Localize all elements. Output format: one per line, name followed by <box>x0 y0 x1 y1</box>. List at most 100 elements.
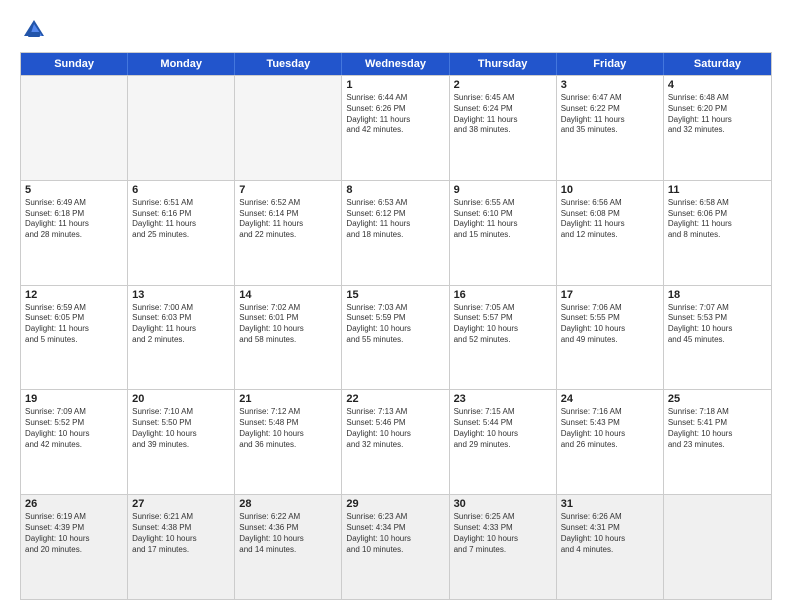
calendar-cell: 19 Sunrise: 7:09 AM Sunset: 5:52 PM Dayli… <box>21 390 128 494</box>
day-number: 22 <box>346 393 444 405</box>
day-info: Sunrise: 7:10 AM Sunset: 5:50 PM Dayligh… <box>132 407 230 450</box>
calendar-cell: 3Sunrise: 6:47 AM Sunset: 6:22 PM Daylig… <box>557 76 664 180</box>
calendar-cell: 1 Sunrise: 6:44 AM Sunset: 6:26 PM Daylig… <box>342 76 449 180</box>
calendar-cell: 10Sunrise: 6:56 AM Sunset: 6:08 PM Dayli… <box>557 181 664 285</box>
day-number: 11 <box>668 184 767 196</box>
day-info: Sunrise: 7:09 AM Sunset: 5:52 PM Dayligh… <box>25 407 123 450</box>
day-number: 5 <box>25 184 123 196</box>
day-number: 17 <box>561 289 659 301</box>
calendar-row: 19 Sunrise: 7:09 AM Sunset: 5:52 PM Dayli… <box>21 389 771 494</box>
calendar-cell: 5 Sunrise: 6:49 AM Sunset: 6:18 PM Daylig… <box>21 181 128 285</box>
day-info: Sunrise: 6:23 AM Sunset: 4:34 PM Dayligh… <box>346 512 444 555</box>
calendar-cell: 2Sunrise: 6:45 AM Sunset: 6:24 PM Daylig… <box>450 76 557 180</box>
calendar-cell: 12 Sunrise: 6:59 AM Sunset: 6:05 PM Dayli… <box>21 286 128 390</box>
day-info: Sunrise: 7:15 AM Sunset: 5:44 PM Dayligh… <box>454 407 552 450</box>
day-info: Sunrise: 6:49 AM Sunset: 6:18 PM Dayligh… <box>25 198 123 241</box>
calendar-row: 5 Sunrise: 6:49 AM Sunset: 6:18 PM Daylig… <box>21 180 771 285</box>
calendar-header-cell: Saturday <box>664 53 771 75</box>
day-number: 25 <box>668 393 767 405</box>
calendar-cell: 27 Sunrise: 6:21 AM Sunset: 4:38 PM Dayli… <box>128 495 235 599</box>
day-number: 14 <box>239 289 337 301</box>
day-info: Sunrise: 7:02 AM Sunset: 6:01 PM Dayligh… <box>239 303 337 346</box>
day-number: 8 <box>346 184 444 196</box>
calendar-row: 26 Sunrise: 6:19 AM Sunset: 4:39 PM Dayli… <box>21 494 771 599</box>
day-info: Sunrise: 6:52 AM Sunset: 6:14 PM Dayligh… <box>239 198 337 241</box>
day-number: 24 <box>561 393 659 405</box>
day-info: Sunrise: 7:00 AM Sunset: 6:03 PM Dayligh… <box>132 303 230 346</box>
calendar-header-row: SundayMondayTuesdayWednesdayThursdayFrid… <box>21 53 771 75</box>
calendar-cell: 21 Sunrise: 7:12 AM Sunset: 5:48 PM Dayli… <box>235 390 342 494</box>
day-info: Sunrise: 6:48 AM Sunset: 6:20 PM Dayligh… <box>668 93 767 136</box>
day-number: 27 <box>132 498 230 510</box>
day-info: Sunrise: 6:58 AM Sunset: 6:06 PM Dayligh… <box>668 198 767 241</box>
calendar-header-cell: Sunday <box>21 53 128 75</box>
calendar-row: 12 Sunrise: 6:59 AM Sunset: 6:05 PM Dayli… <box>21 285 771 390</box>
day-number: 20 <box>132 393 230 405</box>
day-number: 21 <box>239 393 337 405</box>
calendar-cell: 20 Sunrise: 7:10 AM Sunset: 5:50 PM Dayli… <box>128 390 235 494</box>
day-number: 1 <box>346 79 444 91</box>
day-info: Sunrise: 7:05 AM Sunset: 5:57 PM Dayligh… <box>454 303 552 346</box>
logo <box>20 16 52 44</box>
day-info: Sunrise: 6:59 AM Sunset: 6:05 PM Dayligh… <box>25 303 123 346</box>
day-info: Sunrise: 7:18 AM Sunset: 5:41 PM Dayligh… <box>668 407 767 450</box>
calendar-cell: 7Sunrise: 6:52 AM Sunset: 6:14 PM Daylig… <box>235 181 342 285</box>
logo-icon <box>20 16 48 44</box>
day-number: 13 <box>132 289 230 301</box>
calendar-cell: 18Sunrise: 7:07 AM Sunset: 5:53 PM Dayli… <box>664 286 771 390</box>
day-info: Sunrise: 7:16 AM Sunset: 5:43 PM Dayligh… <box>561 407 659 450</box>
page-header <box>20 16 772 44</box>
calendar-cell: 15 Sunrise: 7:03 AM Sunset: 5:59 PM Dayli… <box>342 286 449 390</box>
day-number: 26 <box>25 498 123 510</box>
day-number: 19 <box>25 393 123 405</box>
day-number: 30 <box>454 498 552 510</box>
day-info: Sunrise: 6:22 AM Sunset: 4:36 PM Dayligh… <box>239 512 337 555</box>
calendar-cell: 14 Sunrise: 7:02 AM Sunset: 6:01 PM Dayli… <box>235 286 342 390</box>
calendar-body: 1 Sunrise: 6:44 AM Sunset: 6:26 PM Daylig… <box>21 75 771 599</box>
day-info: Sunrise: 7:13 AM Sunset: 5:46 PM Dayligh… <box>346 407 444 450</box>
day-number: 29 <box>346 498 444 510</box>
calendar-cell <box>128 76 235 180</box>
day-info: Sunrise: 7:03 AM Sunset: 5:59 PM Dayligh… <box>346 303 444 346</box>
calendar-header-cell: Friday <box>557 53 664 75</box>
calendar-cell: 31Sunrise: 6:26 AM Sunset: 4:31 PM Dayli… <box>557 495 664 599</box>
day-number: 23 <box>454 393 552 405</box>
calendar-cell: 29 Sunrise: 6:23 AM Sunset: 4:34 PM Dayli… <box>342 495 449 599</box>
day-info: Sunrise: 6:56 AM Sunset: 6:08 PM Dayligh… <box>561 198 659 241</box>
day-number: 15 <box>346 289 444 301</box>
calendar-cell <box>21 76 128 180</box>
calendar-header-cell: Tuesday <box>235 53 342 75</box>
day-info: Sunrise: 6:19 AM Sunset: 4:39 PM Dayligh… <box>25 512 123 555</box>
calendar-cell: 8 Sunrise: 6:53 AM Sunset: 6:12 PM Daylig… <box>342 181 449 285</box>
day-info: Sunrise: 6:26 AM Sunset: 4:31 PM Dayligh… <box>561 512 659 555</box>
calendar-cell: 17 Sunrise: 7:06 AM Sunset: 5:55 PM Dayli… <box>557 286 664 390</box>
calendar-cell: 30 Sunrise: 6:25 AM Sunset: 4:33 PM Dayli… <box>450 495 557 599</box>
calendar-cell: 13 Sunrise: 7:00 AM Sunset: 6:03 PM Dayli… <box>128 286 235 390</box>
calendar-cell <box>664 495 771 599</box>
day-info: Sunrise: 7:07 AM Sunset: 5:53 PM Dayligh… <box>668 303 767 346</box>
day-info: Sunrise: 6:45 AM Sunset: 6:24 PM Dayligh… <box>454 93 552 136</box>
calendar: SundayMondayTuesdayWednesdayThursdayFrid… <box>20 52 772 600</box>
calendar-cell: 9Sunrise: 6:55 AM Sunset: 6:10 PM Daylig… <box>450 181 557 285</box>
day-info: Sunrise: 6:51 AM Sunset: 6:16 PM Dayligh… <box>132 198 230 241</box>
calendar-header-cell: Monday <box>128 53 235 75</box>
day-info: Sunrise: 6:44 AM Sunset: 6:26 PM Dayligh… <box>346 93 444 136</box>
day-info: Sunrise: 6:21 AM Sunset: 4:38 PM Dayligh… <box>132 512 230 555</box>
day-info: Sunrise: 6:25 AM Sunset: 4:33 PM Dayligh… <box>454 512 552 555</box>
day-number: 12 <box>25 289 123 301</box>
calendar-cell: 23 Sunrise: 7:15 AM Sunset: 5:44 PM Dayli… <box>450 390 557 494</box>
calendar-cell: 24 Sunrise: 7:16 AM Sunset: 5:43 PM Dayli… <box>557 390 664 494</box>
calendar-cell: 11 Sunrise: 6:58 AM Sunset: 6:06 PM Dayli… <box>664 181 771 285</box>
day-info: Sunrise: 7:06 AM Sunset: 5:55 PM Dayligh… <box>561 303 659 346</box>
calendar-cell: 22 Sunrise: 7:13 AM Sunset: 5:46 PM Dayli… <box>342 390 449 494</box>
calendar-cell: 26 Sunrise: 6:19 AM Sunset: 4:39 PM Dayli… <box>21 495 128 599</box>
day-number: 3 <box>561 79 659 91</box>
day-info: Sunrise: 6:55 AM Sunset: 6:10 PM Dayligh… <box>454 198 552 241</box>
day-info: Sunrise: 7:12 AM Sunset: 5:48 PM Dayligh… <box>239 407 337 450</box>
calendar-cell: 28Sunrise: 6:22 AM Sunset: 4:36 PM Dayli… <box>235 495 342 599</box>
calendar-cell: 25 Sunrise: 7:18 AM Sunset: 5:41 PM Dayli… <box>664 390 771 494</box>
day-info: Sunrise: 6:53 AM Sunset: 6:12 PM Dayligh… <box>346 198 444 241</box>
calendar-row: 1 Sunrise: 6:44 AM Sunset: 6:26 PM Daylig… <box>21 75 771 180</box>
calendar-cell: 6Sunrise: 6:51 AM Sunset: 6:16 PM Daylig… <box>128 181 235 285</box>
day-number: 4 <box>668 79 767 91</box>
